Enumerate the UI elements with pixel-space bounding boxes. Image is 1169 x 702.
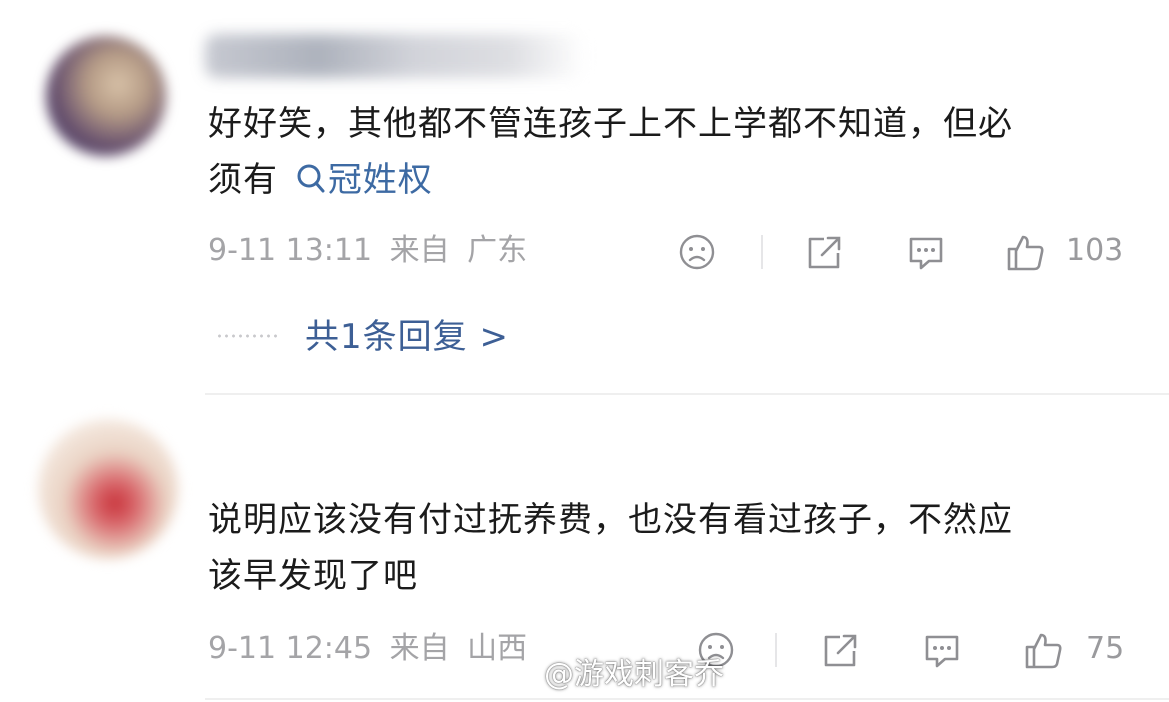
comment-item: 好好笑，其他都不管连孩子上不上学都不知道，但必 须有 冠姓权 9-11 13:1… — [0, 0, 1169, 395]
replies-row[interactable]: 共1条回复 > — [208, 312, 808, 362]
source-label: 来自 — [389, 631, 450, 666]
username-blurred[interactable] — [205, 34, 585, 78]
comment-text-line: 说明应该没有付过抚养费，也没有看过孩子，不然应 — [208, 500, 1013, 540]
divider-vertical — [775, 633, 777, 667]
topic-link[interactable]: 冠姓权 — [290, 160, 433, 200]
comment-timestamp: 9-11 12:45 来自 山西 — [208, 629, 527, 669]
share-icon[interactable] — [820, 631, 860, 680]
dots-divider — [216, 334, 278, 338]
divider-vertical — [761, 235, 763, 269]
comment-text-line: 须有 冠姓权 — [208, 152, 1138, 208]
comment-divider — [205, 698, 1169, 700]
watermark: @游戏刺客乔 — [498, 655, 724, 695]
comment-icon[interactable] — [921, 631, 963, 682]
timestamp-value: 9-11 13:11 — [208, 233, 373, 268]
sad-face-icon[interactable] — [678, 233, 716, 282]
source-label: 来自 — [389, 233, 450, 268]
like-count: 75 — [1086, 631, 1125, 666]
comment-timestamp: 9-11 13:11 来自 广东 — [208, 231, 527, 271]
comment-text: 好好笑，其他都不管连孩子上不上学都不知道，但必 须有 冠姓权 — [208, 96, 1138, 208]
view-replies-link[interactable]: 共1条回复 > — [305, 312, 509, 362]
weibo-logo-icon — [499, 663, 536, 690]
location: 广东 — [467, 233, 528, 268]
like-icon[interactable] — [1023, 631, 1065, 682]
search-icon — [297, 164, 325, 193]
comment-text-line: 该早发现了吧 — [208, 556, 418, 596]
comment-text-fragment: 须有 — [208, 160, 278, 200]
avatar[interactable] — [46, 36, 166, 156]
comment-text: 说明应该没有付过抚养费，也没有看过孩子，不然应 该早发现了吧 — [208, 492, 1138, 604]
topic-label: 冠姓权 — [327, 160, 433, 200]
like-count: 103 — [1066, 233, 1124, 268]
like-icon[interactable] — [1005, 233, 1047, 284]
comment-text-line: 好好笑，其他都不管连孩子上不上学都不知道，但必 — [208, 104, 1013, 144]
share-icon[interactable] — [804, 233, 844, 282]
watermark-text: @游戏刺客乔 — [544, 657, 724, 692]
avatar[interactable] — [38, 419, 178, 559]
comment-icon[interactable] — [905, 233, 947, 284]
timestamp-value: 9-11 12:45 — [208, 631, 373, 666]
comment-meta: 9-11 13:11 来自 广东 103 — [208, 231, 1138, 271]
